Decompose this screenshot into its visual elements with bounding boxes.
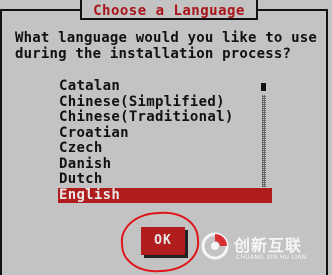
dialog-frame-top-right <box>258 9 328 11</box>
dialog-title-box: Choose a Language <box>80 0 258 20</box>
watermark-brand-cn: 创新互联 <box>234 236 303 255</box>
watermark-brand-en: CHUANG XIN HU LIAN <box>236 254 307 261</box>
highlight-circle-annotation <box>119 209 201 275</box>
scrollbar-thumb[interactable] <box>261 83 266 91</box>
dialog-title: Choose a Language <box>93 3 245 19</box>
language-option[interactable]: Dutch <box>58 171 272 188</box>
language-option[interactable]: Catalan <box>58 78 272 95</box>
language-option[interactable]: Croatian <box>58 125 272 142</box>
list-scrollbar[interactable] <box>261 83 267 187</box>
language-option[interactable]: Danish <box>58 156 272 173</box>
installer-screen: Choose a Language What language would yo… <box>0 0 332 275</box>
dialog-frame-top-left <box>0 9 80 11</box>
language-option[interactable]: Chinese(Simplified) <box>58 94 272 111</box>
language-listbox[interactable]: Catalan Chinese(Simplified) Chinese(Trad… <box>58 78 272 205</box>
question-line-1: What language would you like to use <box>15 30 318 46</box>
question-line-2: during the installation process? <box>15 46 292 62</box>
language-option-selected[interactable]: English <box>58 187 272 203</box>
brand-logo-icon <box>201 232 229 260</box>
language-option[interactable]: Czech <box>58 140 272 157</box>
dialog-frame-left <box>0 9 2 275</box>
language-question: What language would you like to use duri… <box>15 30 325 62</box>
watermark: 创新互联 CHUANG XIN HU LIAN <box>200 229 330 269</box>
scrollbar-track[interactable] <box>262 95 266 187</box>
language-option[interactable]: Chinese(Traditional) <box>58 109 272 126</box>
